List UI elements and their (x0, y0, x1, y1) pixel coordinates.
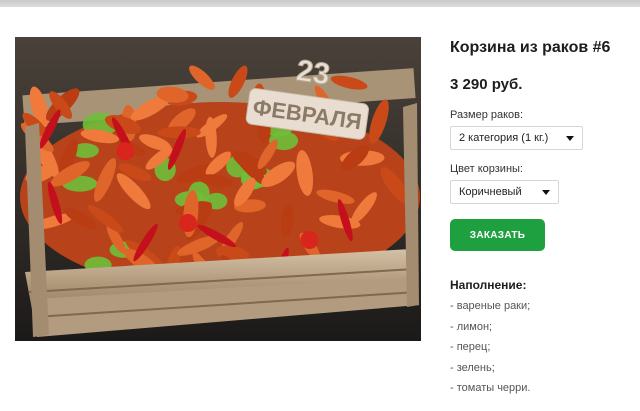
cherry-tomato (300, 230, 319, 249)
filling-item: - томаты черри. (450, 382, 531, 394)
cherry-tomato (178, 214, 197, 233)
color-label: Цвет корзины: (450, 163, 523, 175)
filling-item: - перец; (450, 341, 491, 353)
cherry-tomato (116, 142, 135, 161)
filling-item: - вареные раки; (450, 300, 531, 312)
size-select-value: 2 категория (1 кг.) (459, 132, 549, 144)
top-strip (0, 0, 640, 7)
size-select[interactable]: 2 категория (1 кг.) (450, 126, 583, 150)
filling-title: Наполнение: (450, 278, 527, 292)
product-price: 3 290 руб. (450, 76, 523, 93)
sign-number: 23 (294, 54, 332, 91)
filling-list: - вареные раки; - лимон; - перец; - зеле… (450, 296, 530, 399)
chevron-down-icon (542, 190, 550, 195)
color-select-value: Коричневый (459, 186, 522, 198)
product-photo[interactable]: 23 ФЕВРАЛЯ (15, 37, 421, 341)
color-select[interactable]: Коричневый (450, 180, 559, 204)
crayfish-basket-image: 23 ФЕВРАЛЯ (15, 37, 421, 341)
order-button[interactable]: ЗАКАЗАТЬ (450, 219, 545, 251)
filling-item: - лимон; (450, 320, 493, 333)
chevron-down-icon (566, 136, 574, 141)
size-label: Размер раков: (450, 109, 524, 121)
product-title: Корзина из раков #6 (450, 39, 611, 56)
filling-item: - зелень; (450, 361, 495, 374)
